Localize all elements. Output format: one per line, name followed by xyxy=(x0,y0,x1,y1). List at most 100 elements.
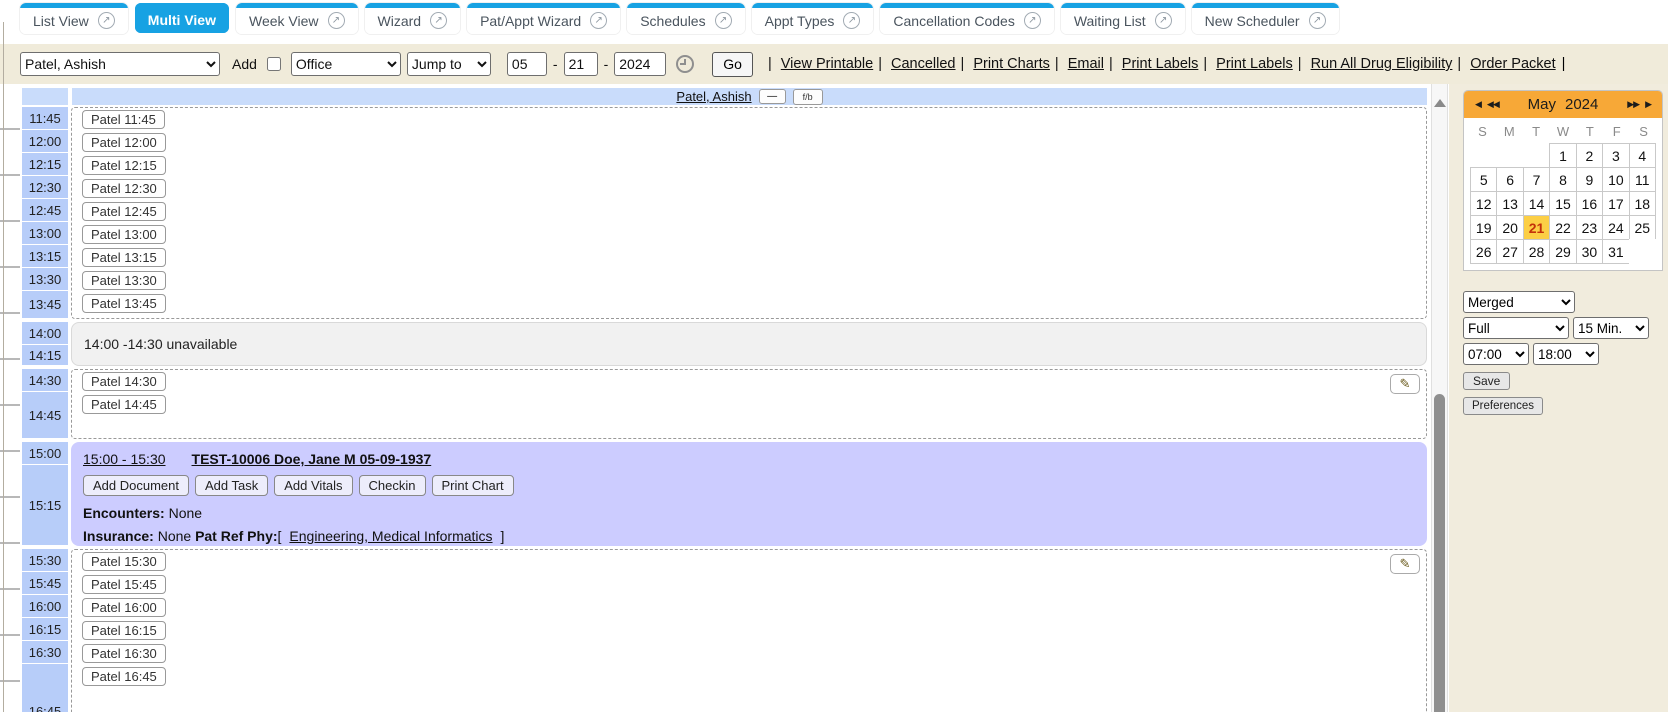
start-time-select[interactable]: 07:00 xyxy=(1463,343,1529,365)
tab[interactable]: Multi View xyxy=(135,3,229,33)
calendar-day[interactable]: 18 xyxy=(1629,191,1656,216)
toolbar-link[interactable]: Print Charts xyxy=(973,56,1050,72)
calendar-day[interactable]: 7 xyxy=(1523,167,1550,192)
calendar-day[interactable]: 10 xyxy=(1602,167,1629,192)
calendar-day[interactable]: 21 xyxy=(1523,215,1550,240)
tab[interactable]: Schedules ↗ xyxy=(627,3,744,34)
appointment-action-button[interactable]: Print Chart xyxy=(432,475,514,496)
tab[interactable]: Week View ↗ xyxy=(236,3,358,34)
toolbar-link[interactable]: View Printable xyxy=(781,56,873,72)
slot-button[interactable]: Patel 15:30 xyxy=(82,552,166,571)
edit-icon[interactable]: ✎ xyxy=(1390,554,1420,574)
slot-button[interactable]: Patel 16:15 xyxy=(82,621,166,640)
calendar-day[interactable]: 1 xyxy=(1549,143,1576,168)
provider-select[interactable]: Patel, Ashish xyxy=(20,52,220,76)
calendar-day[interactable]: 8 xyxy=(1549,167,1576,192)
toolbar-link[interactable]: Order Packet xyxy=(1470,56,1555,72)
jump-to-select[interactable]: Jump to xyxy=(407,52,491,76)
go-button[interactable]: Go xyxy=(712,52,753,77)
date-year-input[interactable] xyxy=(614,52,666,76)
calendar-day[interactable]: 15 xyxy=(1549,191,1576,216)
appointment-action-button[interactable]: Add Task xyxy=(195,475,268,496)
calendar-day[interactable]: 22 xyxy=(1549,215,1576,240)
slot-button[interactable]: Patel 14:30 xyxy=(82,372,166,391)
tab[interactable]: Cancellation Codes ↗ xyxy=(880,3,1053,34)
tab[interactable]: Appt Types ↗ xyxy=(752,3,874,34)
slot-button[interactable]: Patel 12:30 xyxy=(82,179,166,198)
edit-icon[interactable]: ✎ xyxy=(1390,374,1420,394)
slot-button[interactable]: Patel 12:00 xyxy=(82,133,166,152)
calendar-day[interactable]: 27 xyxy=(1496,239,1523,264)
calendar-day[interactable]: 24 xyxy=(1602,215,1629,240)
interval-select[interactable]: 15 Min. xyxy=(1573,317,1649,339)
appointment-action-button[interactable]: Add Vitals xyxy=(274,475,352,496)
calendar-day[interactable]: 12 xyxy=(1470,191,1497,216)
calendar-day[interactable]: 2 xyxy=(1576,143,1603,168)
calendar-day[interactable]: 5 xyxy=(1470,167,1497,192)
slot-button[interactable]: Patel 14:45 xyxy=(82,395,166,414)
calendar-day[interactable]: 31 xyxy=(1602,239,1629,264)
slot-button[interactable]: Patel 13:15 xyxy=(82,248,166,267)
toolbar-link[interactable]: Email xyxy=(1068,56,1104,72)
calendar-day[interactable]: 11 xyxy=(1629,167,1656,192)
clock-icon[interactable] xyxy=(676,55,694,73)
patient-link[interactable]: TEST-10006 Doe, Jane M 05-09-1937 xyxy=(192,451,432,467)
tab[interactable]: List View ↗ xyxy=(20,3,128,34)
slot-button[interactable]: Patel 16:00 xyxy=(82,598,166,617)
calendar-day[interactable]: 19 xyxy=(1470,215,1497,240)
fb-button[interactable]: f/b xyxy=(793,89,823,105)
view-mode-select[interactable]: Merged xyxy=(1463,291,1575,313)
end-time-select[interactable]: 18:00 xyxy=(1533,343,1599,365)
save-button[interactable]: Save xyxy=(1463,372,1510,390)
next-year-arrow[interactable]: ▶▶ xyxy=(1627,99,1639,110)
appointment-time-link[interactable]: 15:00 - 15:30 xyxy=(83,451,166,467)
calendar-day[interactable]: 20 xyxy=(1496,215,1523,240)
next-month-arrow[interactable]: ▶ xyxy=(1645,99,1651,110)
calendar-day[interactable]: 25 xyxy=(1629,215,1656,240)
tab[interactable]: Pat/Appt Wizard ↗ xyxy=(467,3,620,34)
scrollbar-thumb[interactable] xyxy=(1434,394,1445,712)
prev-year-arrow[interactable]: ◀◀ xyxy=(1487,99,1499,110)
toolbar-link[interactable]: Print Labels xyxy=(1122,56,1199,72)
provider-header-link[interactable]: Patel, Ashish xyxy=(676,89,751,104)
prev-month-arrow[interactable]: ◀ xyxy=(1475,99,1481,110)
calendar-day[interactable]: 28 xyxy=(1523,239,1550,264)
slot-button[interactable]: Patel 12:45 xyxy=(82,202,166,221)
preferences-button[interactable]: Preferences xyxy=(1463,397,1543,415)
calendar-day[interactable]: 3 xyxy=(1602,143,1629,168)
date-day-input[interactable] xyxy=(564,52,598,76)
slot-button[interactable]: Patel 15:45 xyxy=(82,575,166,594)
date-month-input[interactable] xyxy=(507,52,547,76)
slot-button[interactable]: Patel 13:30 xyxy=(82,271,166,290)
add-checkbox[interactable] xyxy=(267,57,281,71)
toolbar-link[interactable]: Cancelled xyxy=(891,56,956,72)
referring-physician-link[interactable]: Engineering, Medical Informatics xyxy=(289,528,492,544)
appointment-action-button[interactable]: Add Document xyxy=(83,475,189,496)
calendar-day[interactable] xyxy=(1523,143,1550,168)
slot-button[interactable]: Patel 13:00 xyxy=(82,225,166,244)
calendar-day[interactable]: 13 xyxy=(1496,191,1523,216)
calendar-day[interactable]: 4 xyxy=(1629,143,1656,168)
scrollbar-up-arrow[interactable] xyxy=(1434,99,1446,107)
slot-button[interactable]: Patel 13:45 xyxy=(82,294,166,313)
toolbar-link[interactable]: Run All Drug Eligibility xyxy=(1311,56,1453,72)
slot-button[interactable]: Patel 11:45 xyxy=(82,110,165,129)
appointment-block[interactable]: 15:00 - 15:30 TEST-10006 Doe, Jane M 05-… xyxy=(71,442,1427,546)
calendar-day[interactable]: 14 xyxy=(1523,191,1550,216)
zoom-select[interactable]: Full xyxy=(1463,317,1569,339)
slot-button[interactable]: Patel 16:30 xyxy=(82,644,166,663)
slot-button[interactable]: Patel 12:15 xyxy=(82,156,166,175)
calendar-day[interactable] xyxy=(1496,143,1523,168)
collapse-column-button[interactable]: — xyxy=(759,89,786,104)
slot-button[interactable]: Patel 16:45 xyxy=(82,667,166,686)
calendar-day[interactable]: 6 xyxy=(1496,167,1523,192)
calendar-day[interactable]: 16 xyxy=(1576,191,1603,216)
toolbar-link[interactable]: Print Labels xyxy=(1216,56,1293,72)
calendar-day[interactable]: 23 xyxy=(1576,215,1603,240)
calendar-day[interactable] xyxy=(1470,143,1497,168)
calendar-day[interactable]: 30 xyxy=(1576,239,1603,264)
calendar-day[interactable]: 9 xyxy=(1576,167,1603,192)
tab[interactable]: Waiting List ↗ xyxy=(1061,3,1185,34)
tab[interactable]: Wizard ↗ xyxy=(365,3,461,34)
calendar-day[interactable] xyxy=(1629,239,1656,264)
